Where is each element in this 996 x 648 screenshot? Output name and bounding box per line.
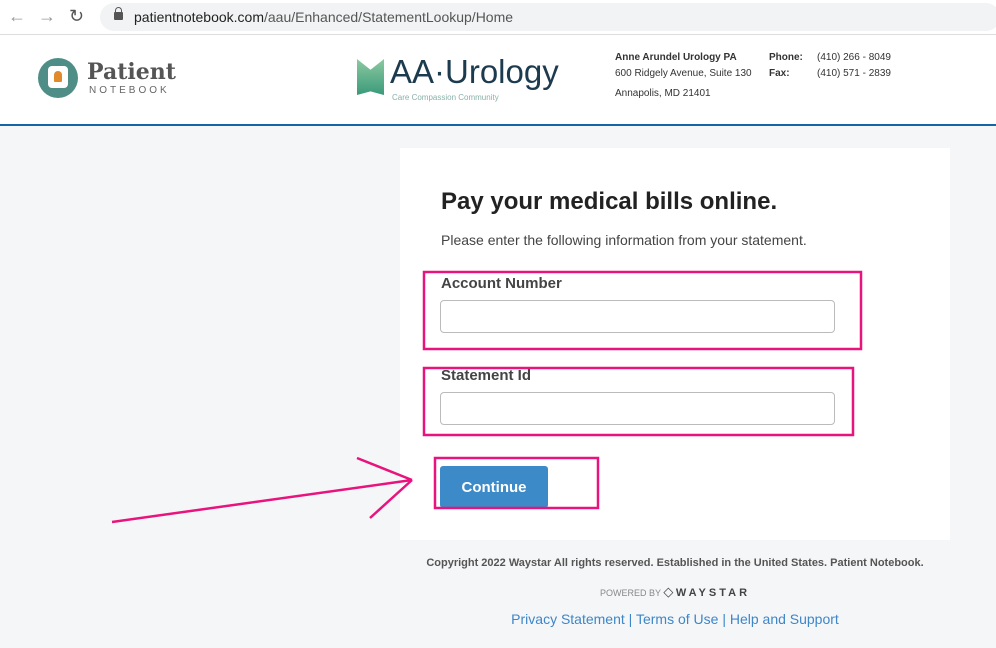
forward-icon[interactable]: → bbox=[38, 6, 56, 27]
arrow-icon bbox=[111, 478, 413, 524]
statement-id-input[interactable] bbox=[440, 392, 835, 425]
terms-of-use-link[interactable]: Terms of Use bbox=[636, 611, 718, 627]
instructions: Please enter the following information f… bbox=[441, 232, 807, 248]
account-number-input[interactable] bbox=[440, 300, 835, 333]
footer-links: Privacy Statement | Terms of Use | Help … bbox=[511, 611, 839, 627]
address-bar[interactable]: patientnotebook.com/aau/Enhanced/Stateme… bbox=[100, 3, 996, 31]
statement-lookup-card: Pay your medical bills online. Please en… bbox=[400, 148, 950, 540]
account-number-label: Account Number bbox=[441, 275, 562, 292]
chevron-logo-icon bbox=[357, 59, 384, 95]
practice-address: Anne Arundel Urology PA 600 Ridgely Aven… bbox=[615, 52, 752, 99]
back-icon[interactable]: ← bbox=[8, 6, 26, 27]
copyright: Copyright 2022 Waystar All rights reserv… bbox=[426, 557, 924, 569]
lock-icon bbox=[114, 7, 123, 20]
browser-toolbar: ← → ↻ patientnotebook.com/aau/Enhanced/S… bbox=[0, 0, 996, 35]
privacy-statement-link[interactable]: Privacy Statement bbox=[511, 611, 625, 627]
powered-by: POWERED BY ◇ WAYSTAR bbox=[599, 584, 751, 599]
continue-button[interactable]: Continue bbox=[440, 466, 548, 508]
practice-contact: Phone: (410) 266 - 8049 Fax: (410) 571 - 2… bbox=[769, 52, 891, 79]
waystar-logo-icon: ◇ bbox=[663, 584, 674, 599]
patient-icon bbox=[38, 58, 78, 98]
reload-icon[interactable]: ↻ bbox=[69, 6, 84, 27]
statement-id-label: Statement Id bbox=[441, 367, 532, 384]
page-title: Pay your medical bills online. bbox=[441, 188, 778, 215]
site-header: Patient NOTEBOOK AA·Urology Care Compass… bbox=[0, 35, 996, 126]
help-support-link[interactable]: Help and Support bbox=[730, 611, 839, 627]
